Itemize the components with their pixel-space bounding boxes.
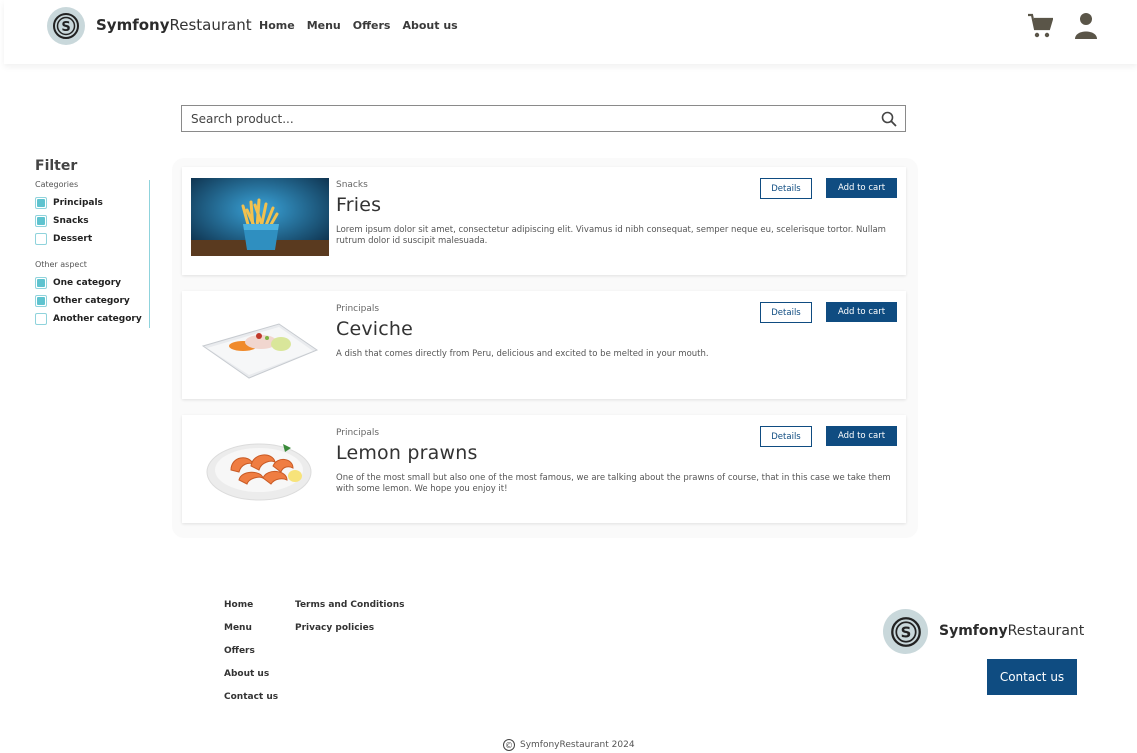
search-input[interactable]	[182, 106, 905, 131]
nav-menu[interactable]: Menu	[307, 19, 341, 32]
footer-link-terms[interactable]: Terms and Conditions	[295, 600, 404, 623]
logo-icon: S	[890, 616, 921, 647]
footer-brand-logo[interactable]: S	[883, 609, 928, 654]
add-to-cart-button[interactable]: Add to cart	[826, 426, 897, 446]
product-name: Ceviche	[336, 318, 414, 340]
svg-text:S: S	[61, 20, 70, 35]
search-bar	[181, 105, 906, 132]
add-to-cart-button[interactable]: Add to cart	[826, 302, 897, 322]
checkbox[interactable]	[35, 277, 47, 289]
details-button[interactable]: Details	[760, 426, 812, 447]
checkbox[interactable]	[35, 197, 47, 209]
nav-offers[interactable]: Offers	[353, 19, 391, 32]
copyright-icon: ©	[503, 739, 515, 751]
filter-option-snacks[interactable]: Snacks	[35, 212, 149, 230]
nav-home[interactable]: Home	[259, 19, 295, 32]
add-to-cart-button[interactable]: Add to cart	[826, 178, 897, 198]
product-card-lemon-prawns: Principals Lemon prawns One of the most …	[182, 415, 906, 523]
product-category: Principals	[336, 428, 380, 438]
filter-option-other-category[interactable]: Other category	[35, 292, 149, 310]
filter-option-label: Principals	[53, 198, 103, 208]
footer-link-privacy[interactable]: Privacy policies	[295, 623, 404, 646]
footer-links-legal: Terms and Conditions Privacy policies	[295, 600, 404, 646]
user-account-icon[interactable]	[1075, 12, 1097, 40]
product-category: Principals	[336, 304, 380, 314]
footer-brand-name: SymfonyRestaurant	[939, 623, 1085, 639]
footer-links-primary: Home Menu Offers About us Contact us	[224, 600, 278, 715]
product-name: Fries	[336, 194, 382, 216]
filter-option-label: One category	[53, 278, 122, 288]
product-description: A dish that comes directly from Peru, de…	[336, 349, 709, 359]
filter-body: Categories Principals Snacks Dessert Oth…	[35, 180, 150, 328]
filter-title: Filter	[35, 158, 78, 174]
filter-option-label: Dessert	[53, 234, 93, 244]
filter-option-one-category[interactable]: One category	[35, 274, 149, 292]
svg-text:S: S	[900, 623, 911, 641]
shopping-cart-icon[interactable]	[1027, 13, 1053, 39]
product-description: Lorem ipsum dolor sit amet, consectetur …	[336, 225, 886, 246]
filter-group-label: Categories	[35, 180, 79, 189]
filter-group-label: Other aspect	[35, 260, 87, 269]
brand-name[interactable]: SymfonyRestaurant	[96, 16, 252, 34]
brand-logo[interactable]: S	[47, 7, 85, 45]
filter-option-label: Other category	[53, 296, 130, 306]
product-description: One of the most small but also one of th…	[336, 473, 891, 494]
copyright: © SymfonyRestaurant 2024	[503, 739, 635, 751]
fries-photo	[191, 178, 329, 256]
contact-us-button[interactable]: Contact us	[987, 659, 1077, 695]
main-nav: Home Menu Offers About us	[259, 19, 458, 32]
filter-option-dessert[interactable]: Dessert	[35, 230, 149, 248]
top-navbar: S SymfonyRestaurant Home Menu Offers Abo…	[4, 0, 1137, 64]
footer-link-about-us[interactable]: About us	[224, 669, 278, 692]
prawns-photo	[191, 426, 329, 504]
search-icon[interactable]	[881, 111, 897, 127]
checkbox[interactable]	[35, 313, 47, 325]
filter-option-another-category[interactable]: Another category	[35, 310, 149, 328]
product-name: Lemon prawns	[336, 442, 478, 464]
footer-link-menu[interactable]: Menu	[224, 623, 278, 646]
product-category: Snacks	[336, 180, 368, 190]
filter-option-label: Snacks	[53, 216, 89, 226]
filter-option-principals[interactable]: Principals	[35, 194, 149, 212]
logo-icon: S	[53, 13, 79, 39]
footer-link-contact-us[interactable]: Contact us	[224, 692, 278, 715]
copyright-text: SymfonyRestaurant 2024	[520, 740, 635, 750]
details-button[interactable]: Details	[760, 178, 812, 199]
checkbox[interactable]	[35, 233, 47, 245]
ceviche-photo	[191, 302, 329, 380]
footer-link-offers[interactable]: Offers	[224, 646, 278, 669]
checkbox[interactable]	[35, 295, 47, 307]
footer-link-home[interactable]: Home	[224, 600, 278, 623]
product-card-ceviche: Principals Ceviche A dish that comes dir…	[182, 291, 906, 399]
details-button[interactable]: Details	[760, 302, 812, 323]
filter-sidebar: Filter Categories Principals Snacks Dess…	[35, 158, 150, 328]
checkbox[interactable]	[35, 215, 47, 227]
filter-option-label: Another category	[53, 314, 142, 324]
product-card-fries: Snacks Fries Lorem ipsum dolor sit amet,…	[182, 167, 906, 275]
nav-about-us[interactable]: About us	[402, 19, 457, 32]
